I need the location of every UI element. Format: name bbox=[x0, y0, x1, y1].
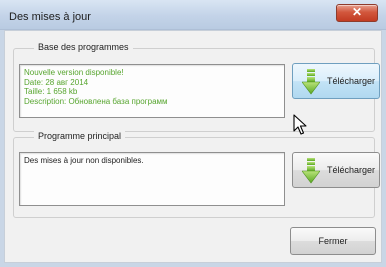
main-program-legend: Programme principal bbox=[34, 131, 126, 141]
info-line-description: Description: Обновлена база программ bbox=[24, 96, 168, 106]
program-base-legend: Base des programmes bbox=[34, 42, 133, 52]
title-bar: Des mises à jour ✕ bbox=[0, 0, 386, 30]
program-base-info-box: Nouvelle version disponible! Date: 28 ав… bbox=[19, 64, 285, 118]
close-dialog-button[interactable]: Fermer bbox=[290, 227, 376, 255]
info-line-size: Taille: 1 658 kb bbox=[24, 87, 78, 96]
download-main-program-button[interactable]: Télécharger bbox=[292, 152, 380, 188]
main-program-info-box: Des mises à jour non disponibles. bbox=[19, 152, 285, 206]
close-icon: ✕ bbox=[351, 5, 363, 19]
download-arrow-icon bbox=[302, 69, 320, 95]
download-program-base-label: Télécharger bbox=[327, 76, 376, 86]
dialog-body: Base des programmes Nouvelle version dis… bbox=[4, 30, 382, 263]
close-window-button[interactable]: ✕ bbox=[336, 4, 378, 22]
mouse-pointer-icon bbox=[293, 114, 307, 135]
info-line-status: Nouvelle version disponible! bbox=[24, 68, 124, 77]
download-program-base-button[interactable]: Télécharger bbox=[292, 63, 380, 99]
main-program-message: Des mises à jour non disponibles. bbox=[24, 156, 144, 165]
download-arrow-icon bbox=[302, 158, 320, 184]
window-title: Des mises à jour bbox=[9, 11, 91, 23]
background-tab-ghost bbox=[100, 4, 170, 18]
info-line-date: Date: 28 авг 2014 bbox=[24, 77, 89, 87]
download-main-program-label: Télécharger bbox=[327, 165, 376, 175]
